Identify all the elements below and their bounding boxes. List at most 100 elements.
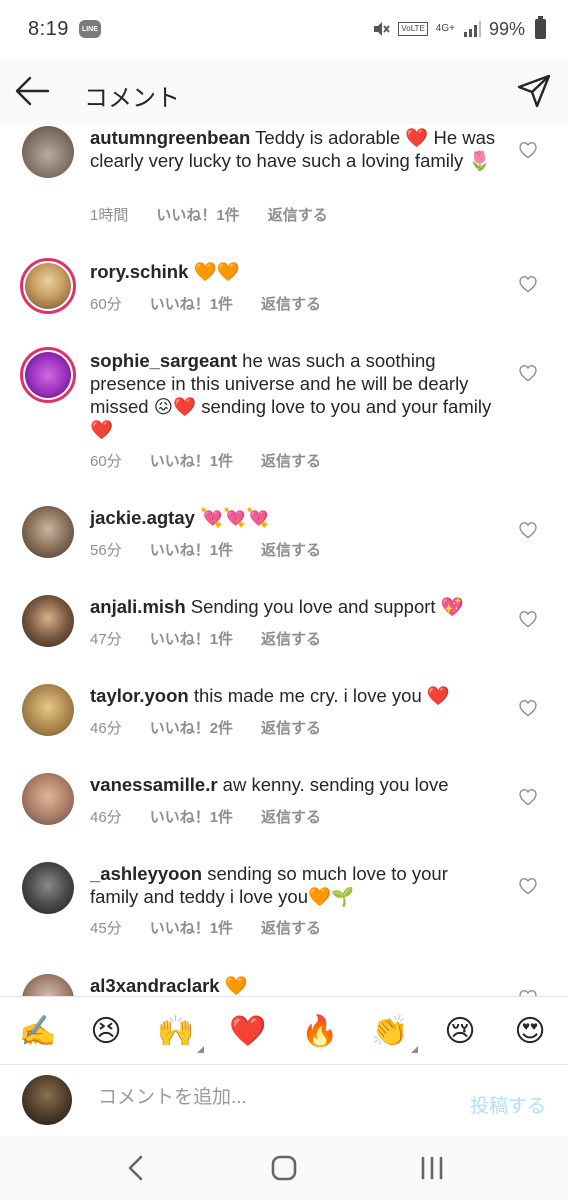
comment-likes[interactable]: いいね！1件 (150, 293, 233, 314)
comment-time: 56分 (90, 542, 122, 559)
comment-time: 60分 (90, 296, 122, 313)
avatar[interactable] (22, 595, 74, 647)
direct-send-icon[interactable] (516, 73, 552, 109)
comment-likes[interactable]: いいね！1件 (150, 917, 233, 938)
avatar[interactable] (22, 684, 74, 736)
comment-composer: 投稿する (0, 1064, 568, 1136)
avatar[interactable] (22, 862, 74, 914)
comment-username[interactable]: _ashleyyoon (90, 863, 202, 884)
reply-button[interactable]: 返信する (261, 717, 321, 738)
emoji-crying-face[interactable]: 😢 (440, 1011, 480, 1051)
comment-body: 🧡🧡 (193, 261, 240, 282)
avatar[interactable] (20, 258, 76, 314)
emoji-raising-hands-glyph: 🙌 (157, 1014, 195, 1048)
mute-icon (374, 22, 391, 36)
comment-meta: 45分 いいね！1件 返信する (90, 917, 321, 938)
comment-username[interactable]: jackie.agtay (90, 507, 195, 528)
comment-likes[interactable]: いいね！1件 (150, 628, 233, 649)
comment-text: _ashleyyoon sending so much love to your… (90, 862, 500, 908)
emoji-fire[interactable]: 🔥 (300, 1011, 340, 1051)
comment-username[interactable]: anjali.mish (90, 596, 186, 617)
post-button[interactable]: 投稿する (470, 1091, 546, 1118)
battery-percent: 99% (488, 18, 525, 39)
comment-username[interactable]: vanessamille.r (90, 774, 218, 795)
comment-likes[interactable]: いいね！2件 (150, 717, 233, 738)
reply-button[interactable]: 返信する (268, 204, 328, 225)
comment-body: this made me cry. i love you ❤️ (193, 685, 450, 706)
emoji-clapping-hands[interactable]: 👏 (370, 1011, 418, 1053)
system-nav-bar (0, 1136, 568, 1200)
comment-username[interactable]: al3xandraclark (90, 975, 220, 996)
comment-text: al3xandraclark 🧡 (90, 974, 500, 996)
comment-text: autumngreenbean Teddy is adorable ❤️ He … (90, 126, 500, 172)
comment-input[interactable] (98, 1087, 398, 1109)
nav-back-icon[interactable] (124, 1154, 148, 1182)
avatar[interactable] (22, 506, 74, 558)
comment-text: rory.schink 🧡🧡 (90, 260, 500, 283)
back-arrow-icon[interactable] (14, 74, 50, 108)
like-heart-icon[interactable] (518, 275, 538, 293)
comment-meta: 46分 いいね！2件 返信する (90, 717, 321, 738)
comment-meta: 56分 いいね！1件 返信する (90, 539, 321, 560)
like-heart-icon[interactable] (518, 610, 538, 628)
comment-body: 🧡 (224, 975, 248, 996)
skin-tone-indicator-icon (411, 1046, 418, 1053)
like-heart-icon[interactable] (518, 141, 538, 159)
reply-button[interactable]: 返信する (261, 917, 321, 938)
emoji-clapping-hands-glyph: 👏 (371, 1014, 409, 1048)
like-heart-icon[interactable] (518, 989, 538, 996)
comment-username[interactable]: autumngreenbean (90, 127, 250, 148)
page-title: コメント (84, 85, 180, 112)
like-heart-icon[interactable] (518, 788, 538, 806)
status-time: 8:19 (28, 17, 69, 40)
like-heart-icon[interactable] (518, 699, 538, 717)
reply-button[interactable]: 返信する (261, 293, 321, 314)
comment-time: 46分 (90, 720, 122, 737)
nav-home-icon[interactable] (270, 1154, 298, 1182)
comment-username[interactable]: sophie_sargeant (90, 350, 237, 371)
comment-text: vanessamille.r aw kenny. sending you lov… (90, 773, 500, 796)
comment-likes[interactable]: いいね！1件 (150, 806, 233, 827)
nav-recent-apps-icon[interactable] (418, 1154, 446, 1182)
comment-body: 💘💘💘 (200, 507, 270, 528)
reply-button[interactable]: 返信する (261, 539, 321, 560)
avatar[interactable] (20, 347, 76, 403)
avatar[interactable] (22, 126, 74, 178)
skin-tone-indicator-icon (197, 1046, 204, 1053)
avatar[interactable] (22, 773, 74, 825)
comment-likes[interactable]: いいね！1件 (156, 204, 239, 225)
comment-body: Sending you love and support 💖 (190, 596, 464, 617)
reply-button[interactable]: 返信する (261, 628, 321, 649)
like-heart-icon[interactable] (518, 877, 538, 895)
avatar[interactable] (22, 974, 74, 996)
emoji-heart-eyes[interactable]: 😍 (510, 1011, 550, 1051)
like-heart-icon[interactable] (518, 364, 538, 382)
comment-text: taylor.yoon this made me cry. i love you… (90, 684, 500, 707)
emoji-raising-hands[interactable]: 🙌 (156, 1011, 204, 1053)
status-bar: 8:19 LINE VoLTE 4G+ 99% (0, 0, 568, 58)
emoji-writing-hand[interactable]: ✍️ (18, 1011, 58, 1051)
comment-meta: 1時間 いいね！1件 返信する (90, 204, 328, 225)
emoji-persevering-face[interactable]: 😣 (86, 1011, 126, 1051)
comment-likes[interactable]: いいね！1件 (150, 539, 233, 560)
reply-button[interactable]: 返信する (261, 806, 321, 827)
signal-icon (463, 21, 481, 37)
comment-username[interactable]: taylor.yoon (90, 685, 189, 706)
reply-button[interactable]: 返信する (261, 450, 321, 471)
comment-time: 47分 (90, 631, 122, 648)
emoji-red-heart[interactable]: ❤️ (228, 1011, 268, 1051)
comment-meta: 60分 いいね！1件 返信する (90, 450, 321, 471)
comment-meta: 46分 いいね！1件 返信する (90, 806, 321, 827)
comment-username[interactable]: rory.schink (90, 261, 188, 282)
like-heart-icon[interactable] (518, 521, 538, 539)
current-user-avatar (22, 1075, 72, 1125)
emoji-quick-bar: ✍️ 😣 🙌 ❤️ 🔥 👏 😢 😍 (0, 996, 568, 1064)
comment-meta: 47分 いいね！1件 返信する (90, 628, 321, 649)
comment-time: 60分 (90, 453, 122, 470)
comment-meta: 60分 いいね！1件 返信する (90, 293, 321, 314)
comment-time: 1時間 (90, 207, 129, 224)
volte-indicator: VoLTE (398, 22, 428, 36)
comment-likes[interactable]: いいね！1件 (150, 450, 233, 471)
comment-text: sophie_sargeant he was such a soothing p… (90, 349, 500, 441)
comment-list[interactable]: autumngreenbean Teddy is adorable ❤️ He … (0, 124, 568, 996)
